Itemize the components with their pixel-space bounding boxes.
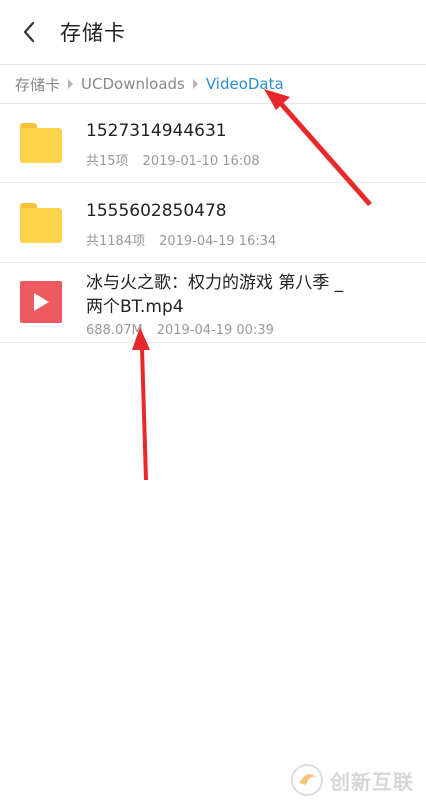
video-file-icon bbox=[20, 281, 62, 323]
modified-date: 2019-04-19 00:39 bbox=[156, 323, 274, 338]
breadcrumb-separator-icon bbox=[68, 79, 74, 89]
watermark-text: 创新互联 bbox=[330, 769, 414, 794]
file-meta: 共15项 2019-01-10 16:08 bbox=[86, 150, 260, 169]
app-header: 存储卡 bbox=[0, 0, 426, 64]
file-name: 1555602850478 bbox=[86, 201, 227, 221]
item-count: 共15项 bbox=[86, 154, 129, 169]
list-item[interactable]: 冰与火之歌：权力的游戏 第八季 _ 两个BT.mp4 688.07M 2019-0… bbox=[0, 263, 426, 343]
file-size: 688.07M bbox=[86, 323, 143, 338]
file-browser-screen: 存储卡 存储卡 UCDownloads VideoData 1527314944… bbox=[0, 0, 426, 807]
file-name: 冰与火之歌：权力的游戏 第八季 _ 两个BT.mp4 bbox=[86, 271, 386, 319]
item-count: 共1184项 bbox=[86, 234, 146, 249]
folder-icon bbox=[20, 203, 62, 245]
breadcrumb-separator-icon bbox=[192, 79, 198, 89]
file-name-line-1: 冰与火之歌：权力的游戏 第八季 _ bbox=[86, 273, 344, 293]
file-name: 1527314944631 bbox=[86, 121, 227, 141]
list-item[interactable]: 1527314944631 共15项 2019-01-10 16:08 bbox=[0, 103, 426, 183]
modified-date: 2019-01-10 16:08 bbox=[142, 154, 260, 169]
back-button[interactable] bbox=[14, 12, 44, 52]
breadcrumb: 存储卡 UCDownloads VideoData bbox=[0, 64, 426, 104]
breadcrumb-item-storage[interactable]: 存储卡 bbox=[15, 74, 60, 95]
modified-date: 2019-04-19 16:34 bbox=[159, 234, 277, 249]
file-meta: 688.07M 2019-04-19 00:39 bbox=[86, 323, 274, 338]
arrow-to-file-size bbox=[132, 327, 150, 480]
file-meta: 共1184项 2019-04-19 16:34 bbox=[86, 230, 276, 249]
watermark: 创新互联 bbox=[290, 760, 414, 800]
list-item[interactable]: 1555602850478 共1184项 2019-04-19 16:34 bbox=[0, 183, 426, 263]
file-name-line-2: 两个BT.mp4 bbox=[86, 297, 184, 317]
page-title: 存储卡 bbox=[60, 21, 126, 45]
breadcrumb-item-videodata[interactable]: VideoData bbox=[206, 75, 284, 93]
file-list: 1527314944631 共15项 2019-01-10 16:08 15556… bbox=[0, 103, 426, 343]
logo-icon bbox=[291, 764, 323, 796]
play-icon bbox=[34, 293, 49, 311]
breadcrumb-item-ucdownloads[interactable]: UCDownloads bbox=[81, 75, 185, 93]
folder-icon bbox=[20, 123, 62, 165]
chevron-left-icon bbox=[23, 21, 35, 43]
